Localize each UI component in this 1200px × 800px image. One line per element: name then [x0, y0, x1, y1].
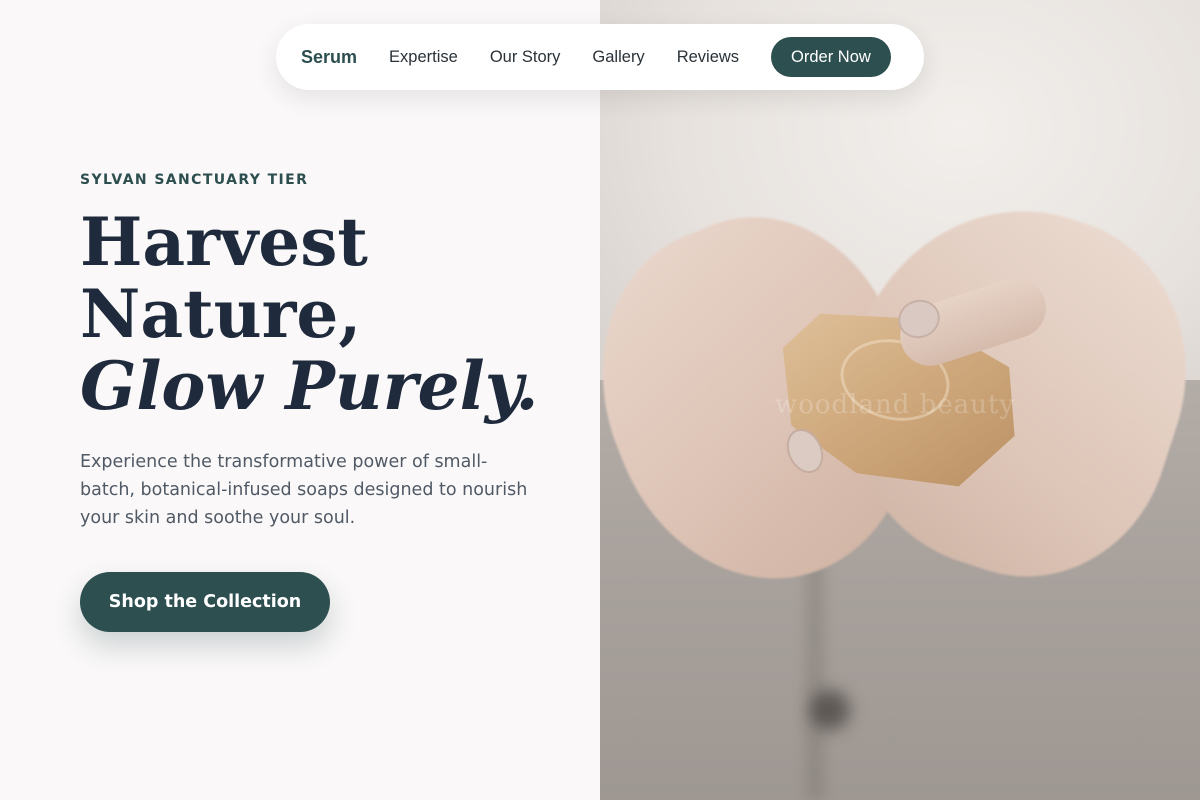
headline-line-3: Glow Purely. — [80, 347, 539, 425]
nav-link-expertise[interactable]: Expertise — [389, 48, 458, 67]
nav-link-gallery[interactable]: Gallery — [592, 48, 644, 67]
headline-line-2: Nature, — [80, 275, 362, 353]
nav-link-our-story[interactable]: Our Story — [490, 48, 561, 67]
headline-line-1: Harvest — [80, 203, 368, 281]
hero-image: woodland beauty — [600, 0, 1200, 800]
top-navigation: Serum Expertise Our Story Gallery Review… — [276, 24, 924, 90]
order-now-button[interactable]: Order Now — [771, 37, 891, 77]
brand-logo[interactable]: Serum — [301, 47, 357, 68]
shop-collection-button[interactable]: Shop the Collection — [80, 572, 330, 632]
hero-description: Experience the transformative power of s… — [80, 452, 528, 528]
hero-headline: Harvest Nature, Glow Purely. — [80, 206, 538, 422]
nav-link-reviews[interactable]: Reviews — [677, 48, 739, 67]
hero-eyebrow: SYLVAN SANCTUARY TIER — [80, 172, 309, 188]
pants-pocket — [810, 690, 850, 730]
image-watermark: woodland beauty — [775, 390, 1016, 420]
pants-seam — [805, 560, 825, 800]
hero-left-panel: SYLVAN SANCTUARY TIER Harvest Nature, Gl… — [0, 0, 600, 800]
